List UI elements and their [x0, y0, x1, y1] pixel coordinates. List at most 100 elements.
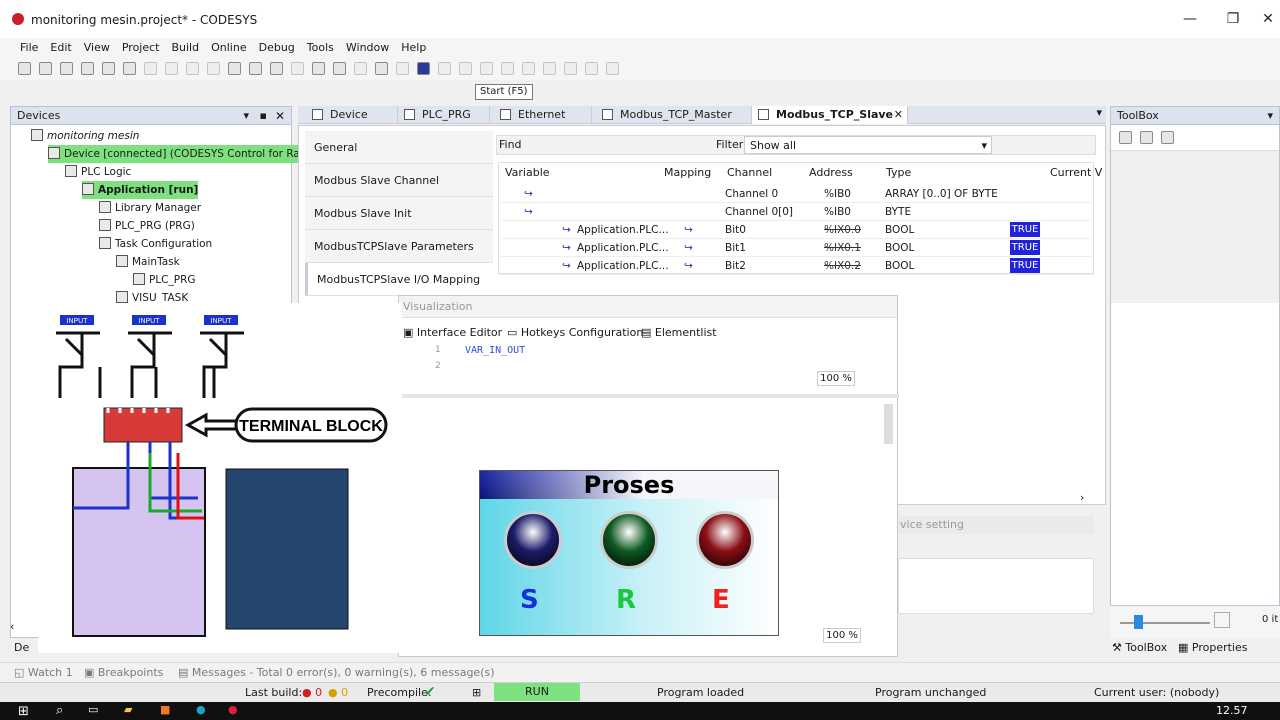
- step-into-icon[interactable]: [501, 62, 514, 75]
- show-next-icon[interactable]: [564, 62, 577, 75]
- properties-icon[interactable]: [312, 62, 325, 75]
- toolbox-search-icon[interactable]: [1161, 131, 1174, 144]
- tab-properties[interactable]: ▦ Properties: [1178, 641, 1247, 654]
- device-setting-header[interactable]: vice setting: [898, 516, 1094, 534]
- toolbox-view-icon[interactable]: [1119, 131, 1132, 144]
- undo-icon[interactable]: [102, 62, 115, 75]
- menu-debug[interactable]: Debug: [253, 38, 301, 58]
- tab-device[interactable]: Device: [306, 106, 398, 124]
- find-icon[interactable]: [228, 62, 241, 75]
- tab-breakpoints[interactable]: ▣ Breakpoints: [84, 666, 163, 679]
- vis-code-editor[interactable]: 1 2 VAR_IN_OUT 100 %: [399, 343, 887, 393]
- tree-item[interactable]: monitoring mesin: [31, 127, 139, 145]
- force-values-icon[interactable]: [585, 62, 598, 75]
- app-icon[interactable]: ■: [160, 703, 170, 716]
- zoom-icon[interactable]: [1214, 612, 1230, 628]
- clipboard-icon[interactable]: [270, 62, 283, 75]
- tree-item[interactable]: PLC_PRG (PRG): [99, 217, 195, 235]
- col-current[interactable]: Current V: [1050, 163, 1102, 183]
- toolbox-list-icon[interactable]: [1140, 131, 1153, 144]
- col-address[interactable]: Address: [809, 163, 853, 183]
- tab-watch[interactable]: ◱ Watch 1: [14, 666, 73, 679]
- tab-modbus-tcp-slave[interactable]: Modbus_TCP_Slave ✕: [752, 106, 908, 124]
- stop-icon[interactable]: [417, 62, 430, 75]
- delete-icon[interactable]: [207, 62, 220, 75]
- add-object-icon[interactable]: [291, 62, 304, 75]
- menu-online[interactable]: Online: [205, 38, 252, 58]
- menu-edit[interactable]: Edit: [44, 38, 77, 58]
- splitter[interactable]: [399, 394, 899, 398]
- lock-icon[interactable]: ⊞: [472, 686, 481, 699]
- breakpoint-icon[interactable]: [459, 62, 472, 75]
- pin-icon[interactable]: ▪: [260, 107, 267, 125]
- tab-toolbox[interactable]: ⚒ ToolBox: [1112, 641, 1167, 654]
- nav-slave-channel[interactable]: Modbus Slave Channel: [305, 164, 493, 197]
- nav-slave-init[interactable]: Modbus Slave Init: [305, 197, 493, 230]
- tab-ethernet[interactable]: Ethernet: [494, 106, 592, 124]
- vertical-scrollbar[interactable]: [884, 404, 893, 444]
- close-tab-icon[interactable]: ✕: [894, 106, 903, 124]
- tree-item[interactable]: Task Configuration: [99, 235, 212, 253]
- table-row[interactable]: [500, 203, 1094, 221]
- copy-icon[interactable]: [165, 62, 178, 75]
- tab-interface-editor[interactable]: ▣ Interface Editor: [403, 326, 502, 339]
- tab-modbus-tcp-master[interactable]: Modbus_TCP_Master: [596, 106, 752, 124]
- logout-icon[interactable]: [375, 62, 388, 75]
- windows-start-icon[interactable]: ⊞: [18, 704, 29, 719]
- tree-item[interactable]: Library Manager: [99, 199, 201, 217]
- nav-io-mapping[interactable]: ModbusTCPSlave I/O Mapping: [305, 263, 493, 296]
- menu-file[interactable]: File: [14, 38, 44, 58]
- col-mapping[interactable]: Mapping: [664, 163, 711, 183]
- build-icon[interactable]: [333, 62, 346, 75]
- tree-item[interactable]: PLC_PRG: [133, 271, 196, 289]
- minimize-button[interactable]: —: [1170, 8, 1210, 30]
- tree-item[interactable]: MainTask: [116, 253, 180, 271]
- close-button[interactable]: ✕: [1256, 8, 1280, 30]
- menu-tools[interactable]: Tools: [301, 38, 340, 58]
- scroll-left-icon[interactable]: ‹: [10, 620, 38, 638]
- close-panel-icon[interactable]: ✕: [275, 107, 285, 125]
- menu-build[interactable]: Build: [165, 38, 205, 58]
- zoom-slider-handle[interactable]: [1134, 615, 1143, 629]
- panel-dropdown-icon[interactable]: ▾: [243, 107, 249, 125]
- reset-icon[interactable]: [438, 62, 451, 75]
- tab-elementlist[interactable]: ▤ Elementlist: [641, 326, 717, 339]
- tree-item[interactable]: Device [connected] (CODESYS Control for …: [48, 145, 306, 163]
- replace-icon[interactable]: [249, 62, 262, 75]
- col-variable[interactable]: Variable: [505, 163, 550, 183]
- run-to-cursor-icon[interactable]: [543, 62, 556, 75]
- write-values-icon[interactable]: [606, 62, 619, 75]
- indicator-lamp[interactable]: [600, 511, 658, 569]
- save-icon[interactable]: [60, 62, 73, 75]
- menu-project[interactable]: Project: [116, 38, 166, 58]
- table-row[interactable]: [500, 185, 1094, 203]
- new-project-icon[interactable]: [18, 62, 31, 75]
- file-explorer-icon[interactable]: ▰: [124, 703, 132, 716]
- start-icon[interactable]: [396, 62, 409, 75]
- nav-slave-parameters[interactable]: ModbusTCPSlave Parameters: [305, 230, 493, 263]
- codesys-taskbar-icon[interactable]: ●: [228, 703, 238, 716]
- step-over-icon[interactable]: [480, 62, 493, 75]
- tree-item[interactable]: Application [run]: [82, 181, 199, 199]
- filter-select[interactable]: Show all ▾: [744, 136, 992, 154]
- scroll-right-icon[interactable]: ›: [1080, 491, 1084, 504]
- indicator-lamp[interactable]: [696, 511, 754, 569]
- redo-icon[interactable]: [123, 62, 136, 75]
- menu-window[interactable]: Window: [340, 38, 395, 58]
- search-icon[interactable]: ⌕: [56, 703, 63, 718]
- restore-button[interactable]: ❐: [1213, 8, 1253, 30]
- arduino-icon[interactable]: ●: [196, 703, 206, 716]
- menu-help[interactable]: Help: [395, 38, 432, 58]
- col-channel[interactable]: Channel: [727, 163, 772, 183]
- nav-general[interactable]: General: [305, 131, 493, 164]
- paste-icon[interactable]: [186, 62, 199, 75]
- tab-messages[interactable]: ▤ Messages - Total 0 error(s), 0 warning…: [178, 666, 495, 679]
- step-out-icon[interactable]: [522, 62, 535, 75]
- print-icon[interactable]: [81, 62, 94, 75]
- zoom-level-top[interactable]: 100 %: [817, 371, 855, 386]
- tree-item[interactable]: PLC Logic: [65, 163, 131, 181]
- zoom-level-bottom[interactable]: 100 %: [823, 628, 861, 643]
- devices-tab[interactable]: De: [14, 641, 29, 654]
- login-icon[interactable]: [354, 62, 367, 75]
- indicator-lamp[interactable]: [504, 511, 562, 569]
